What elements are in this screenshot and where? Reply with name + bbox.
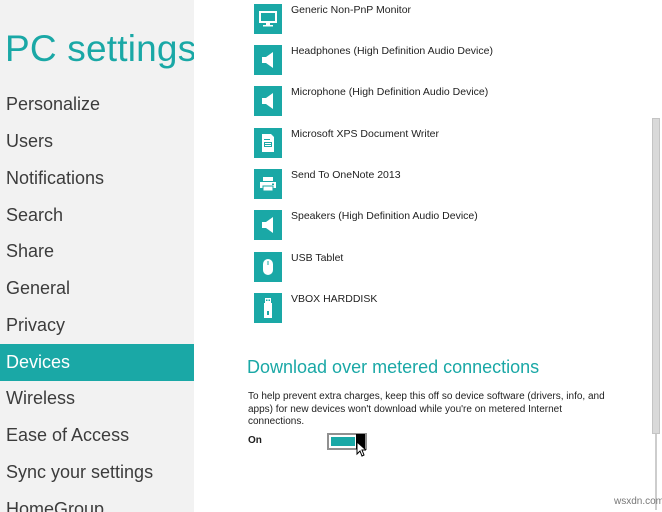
sidebar-item-homegroup[interactable]: HomeGroup bbox=[0, 491, 194, 512]
metered-description: To help prevent extra charges, keep this… bbox=[248, 391, 605, 427]
toggle-state-label: On bbox=[248, 435, 262, 446]
sidebar-item-devices[interactable]: Devices bbox=[0, 344, 194, 381]
device-name: VBOX HARDDISK bbox=[291, 293, 378, 305]
mouse-pointer-icon bbox=[356, 440, 368, 462]
toggle-fill bbox=[331, 437, 355, 446]
metered-heading: Download over metered connections bbox=[247, 357, 540, 377]
sidebar-item-sync-your-settings[interactable]: Sync your settings bbox=[0, 454, 194, 491]
printer-icon bbox=[254, 169, 282, 199]
page-title: PC settings bbox=[5, 28, 194, 69]
speaker-icon bbox=[254, 45, 282, 75]
device-item[interactable]: Speakers (High Definition Audio Device) bbox=[254, 210, 614, 244]
sidebar-item-search[interactable]: Search bbox=[0, 197, 194, 234]
sidebar-item-ease-of-access[interactable]: Ease of Access bbox=[0, 417, 194, 454]
devices-pane: Generic Non-PnP Monitor Headphones (High… bbox=[194, 0, 662, 512]
device-name: Speakers (High Definition Audio Device) bbox=[291, 210, 478, 222]
device-name: Send To OneNote 2013 bbox=[291, 169, 401, 181]
speaker-icon bbox=[254, 210, 282, 240]
device-item[interactable]: Generic Non-PnP Monitor bbox=[254, 4, 614, 38]
scrollbar-thumb[interactable] bbox=[652, 118, 660, 434]
sidebar-item-users[interactable]: Users bbox=[0, 123, 194, 160]
device-name: Microphone (High Definition Audio Device… bbox=[291, 86, 489, 98]
document-printer-icon bbox=[254, 128, 282, 158]
device-name: USB Tablet bbox=[291, 252, 344, 264]
device-name: Generic Non-PnP Monitor bbox=[291, 4, 412, 16]
device-item[interactable]: USB Tablet bbox=[254, 252, 614, 286]
monitor-icon bbox=[254, 4, 282, 34]
sidebar-item-personalize[interactable]: Personalize bbox=[0, 86, 194, 123]
device-item[interactable]: Send To OneNote 2013 bbox=[254, 169, 614, 203]
sidebar-item-general[interactable]: General bbox=[0, 270, 194, 307]
usb-drive-icon bbox=[254, 293, 282, 323]
sidebar-item-privacy[interactable]: Privacy bbox=[0, 307, 194, 344]
device-name: Microsoft XPS Document Writer bbox=[291, 128, 440, 140]
sidebar-item-notifications[interactable]: Notifications bbox=[0, 160, 194, 197]
vertical-scrollbar[interactable] bbox=[650, 0, 662, 512]
mouse-icon bbox=[254, 252, 282, 282]
device-item[interactable]: Headphones (High Definition Audio Device… bbox=[254, 45, 614, 79]
sidebar: PC settings Personalize Users Notificati… bbox=[0, 0, 194, 512]
watermark: wsxdn.com bbox=[614, 496, 662, 507]
device-item[interactable]: Microsoft XPS Document Writer bbox=[254, 128, 614, 162]
device-item[interactable]: VBOX HARDDISK bbox=[254, 293, 614, 327]
sidebar-item-share[interactable]: Share bbox=[0, 233, 194, 270]
device-name: Headphones (High Definition Audio Device… bbox=[291, 45, 493, 57]
speaker-icon bbox=[254, 86, 282, 116]
device-item[interactable]: Microphone (High Definition Audio Device… bbox=[254, 86, 614, 120]
sidebar-item-wireless[interactable]: Wireless bbox=[0, 380, 194, 417]
